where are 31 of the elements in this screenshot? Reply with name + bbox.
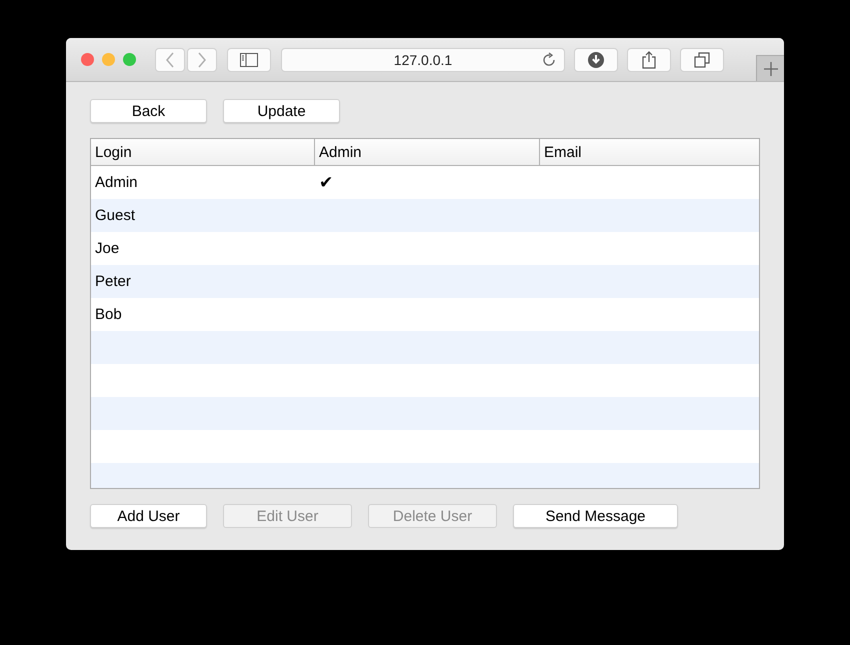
forward-button[interactable]: [187, 48, 217, 72]
action-button[interactable]: Update: [223, 99, 340, 123]
table-cell: Admin: [95, 174, 138, 191]
address-field[interactable]: 127.0.0.1: [281, 48, 565, 72]
zoom-button[interactable]: [123, 53, 136, 66]
new-tab-button[interactable]: [756, 55, 784, 81]
downloads-button[interactable]: [574, 48, 618, 72]
download-icon: [588, 52, 604, 68]
action-button[interactable]: Back: [90, 99, 207, 123]
reload-icon: [541, 52, 557, 68]
sidebar-icon: [240, 52, 258, 66]
chevron-right-icon: [197, 52, 207, 68]
table-cell: Peter: [95, 273, 131, 290]
table-cell: ✔: [319, 172, 333, 193]
table-cell: Guest: [95, 207, 136, 224]
action-button[interactable]: Send Message: [513, 504, 678, 528]
column-header[interactable]: Email: [540, 139, 759, 165]
plus-icon: [764, 62, 778, 76]
column-header[interactable]: Login: [91, 139, 315, 165]
tabs-icon: [694, 52, 710, 68]
table-cell: Bob: [95, 306, 122, 323]
column-header[interactable]: Admin: [315, 139, 540, 165]
close-button[interactable]: [81, 53, 94, 66]
back-button[interactable]: [155, 48, 185, 72]
action-button[interactable]: Add User: [90, 504, 207, 528]
tabs-button[interactable]: [680, 48, 724, 72]
share-icon: [642, 50, 656, 68]
table-cell: Joe: [95, 240, 120, 257]
chevron-left-icon: [165, 52, 175, 68]
share-button[interactable]: [627, 48, 671, 72]
sidebar-button[interactable]: [227, 48, 271, 72]
